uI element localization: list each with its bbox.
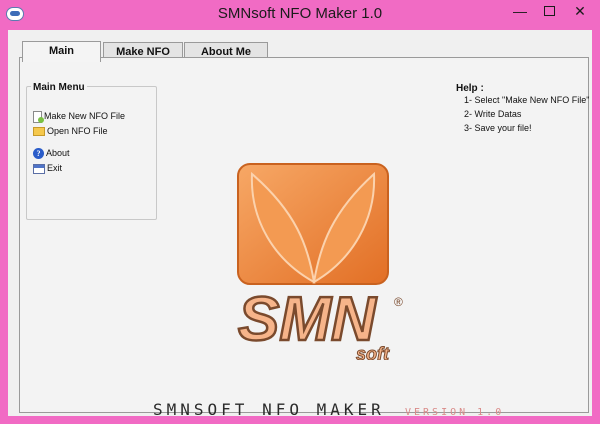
window-client-area: Main Make NFO Files About Me Main Menu M… [8, 30, 592, 419]
logo-subtext: soft [356, 344, 390, 360]
title-bar: SMNsoft NFO Maker 1.0 — ✕ [0, 0, 600, 30]
menu-item-label: About [46, 148, 70, 158]
close-button[interactable]: ✕ [565, 0, 595, 22]
version-label: VERSION 1.0 [405, 407, 505, 418]
menu-item-about[interactable]: ? About [33, 146, 70, 160]
help-icon: ? [33, 148, 44, 160]
help-title: Help : [456, 83, 484, 94]
menu-item-label: Make New NFO File [44, 111, 126, 121]
brand-name: SMNSOFT NFO MAKER [153, 400, 385, 419]
exit-icon [33, 163, 45, 174]
maximize-button[interactable] [536, 0, 562, 22]
menu-item-label: Exit [47, 163, 63, 173]
folder-icon [33, 127, 45, 137]
menu-item-label: Open NFO File [47, 126, 108, 136]
menu-item-make-new-nfo-file[interactable]: Make New NFO File [33, 109, 125, 123]
help-line: 1- Select "Make New NFO File" [464, 95, 590, 105]
minimize-button[interactable]: — [507, 0, 533, 22]
menu-item-exit[interactable]: Exit [33, 161, 62, 175]
smnsoft-logo: SMN ® soft [237, 163, 403, 360]
help-line: 3- Save your file! [464, 123, 532, 133]
logo-registered-mark: ® [394, 295, 403, 309]
new-file-icon [33, 110, 44, 123]
maximize-icon [543, 6, 555, 17]
menu-item-open-nfo-file[interactable]: Open NFO File [33, 124, 108, 138]
main-menu-title: Main Menu [31, 82, 87, 93]
main-menu-group: Main Menu Make New NFO File Open NFO Fil… [26, 82, 157, 220]
help-line: 2- Write Datas [464, 109, 522, 119]
tab-main[interactable]: Main [22, 41, 101, 62]
